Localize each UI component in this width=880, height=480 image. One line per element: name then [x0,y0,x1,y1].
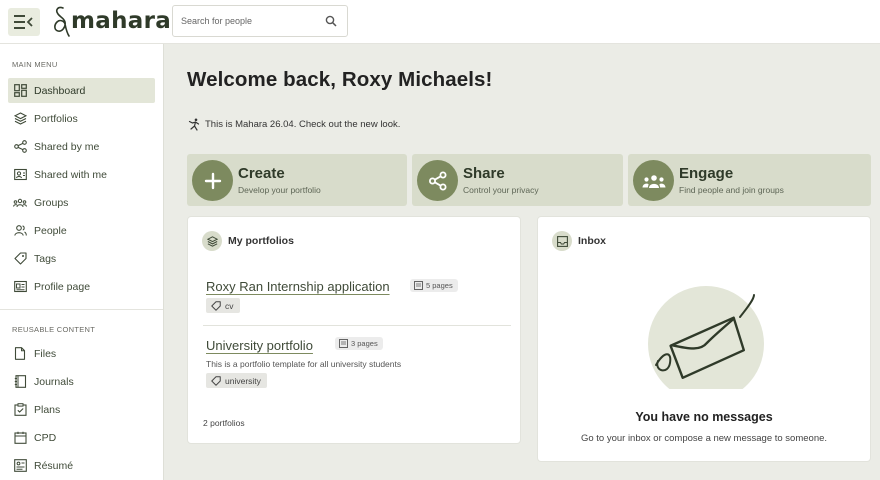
tag-icon [13,252,27,266]
cpd-icon [13,431,27,445]
search-input[interactable] [173,6,319,36]
share-title: Share [463,165,505,182]
people-icon [13,224,27,238]
pages-count: 3 pages [351,339,378,348]
reusable-content-label: REUSABLE CONTENT [12,325,96,334]
create-title: Create [238,165,285,182]
inbox-icon [552,231,572,251]
engage-action-card[interactable]: Engage Find people and join groups [628,154,871,206]
inbox-empty-title: You have no messages [635,410,773,424]
portfolio-separator [203,325,511,326]
sidebar-item-shared-with-me[interactable]: Shared with me [8,162,155,187]
sidebar-item-label: Dashboard [34,84,86,97]
sidebar-item-dashboard[interactable]: Dashboard [8,78,155,103]
sidebar-item-people[interactable]: People [8,218,155,243]
groups-icon [13,196,27,210]
page-title: Welcome back, Roxy Michaels! [187,68,493,91]
tag-icon [211,300,221,311]
share-icon [13,140,27,154]
sidebar-item-cpd[interactable]: CPD [8,425,155,450]
portfolio-tag[interactable]: university [206,373,267,388]
portfolios-heading-text: My portfolios [228,235,294,247]
portfolios-heading: My portfolios [202,231,294,251]
inbox-panel: Inbox You have no messages Go to your in… [537,216,871,462]
create-circle [192,160,233,201]
sidebar-item-groups[interactable]: Groups [8,190,155,215]
portfolio-title-link[interactable]: University portfolio [206,338,313,353]
search-icon[interactable] [325,15,337,27]
sidebar-item-journals[interactable]: Journals [8,369,155,394]
pages-count: 5 pages [426,281,453,290]
profile-card-icon [13,280,27,294]
portfolio-title-link[interactable]: Roxy Ran Internship application [206,279,390,294]
sidebar-item-label: Groups [34,196,69,209]
pages-icon [339,339,348,348]
sidebar-divider [0,309,163,310]
version-notice: This is Mahara 26.04. Check out the new … [187,117,400,131]
inbox-heading: Inbox [552,231,606,251]
tag-icon [211,375,221,386]
mahara-logo-icon [54,6,70,37]
sidebar-item-shared-by-me[interactable]: Shared by me [8,134,155,159]
create-action-card[interactable]: Create Develop your portfolio [187,154,407,206]
share-icon [428,171,446,190]
pages-icon [414,281,423,290]
inbox-empty-text: Go to your inbox or compose a new messag… [580,433,828,444]
sidebar: MAIN MENU Dashboard Portfolios Shared by… [0,44,164,480]
sidebar-item-label: CPD [34,431,57,444]
sidebar-item-label: Résumé [34,459,74,472]
notice-text: This is Mahara 26.04. Check out the new … [205,118,401,130]
sidebar-item-label: Profile page [34,280,91,293]
sidebar-item-profile-page[interactable]: Profile page [8,274,155,299]
share-action-card[interactable]: Share Control your privacy [412,154,623,206]
sidebar-item-label: People [34,224,67,237]
tag-label: university [225,375,261,386]
sidebar-item-resume[interactable]: Résumé [8,453,155,478]
sidebar-item-label: Plans [34,403,61,416]
shared-with-me-icon [13,168,27,182]
sidebar-item-label: Journals [34,375,74,388]
mahara-logo[interactable]: mahara [52,3,171,39]
create-subtitle: Develop your portfolio [238,185,321,195]
search-box[interactable] [172,5,348,37]
sidebar-item-label: Shared with me [34,168,107,181]
share-circle [417,160,458,201]
engage-title: Engage [679,165,734,182]
sidebar-item-label: Files [34,347,57,360]
menu-toggle-button[interactable] [8,8,40,36]
menu-collapse-icon [14,15,33,29]
portfolio-description: This is a portfolio template for all uni… [206,359,402,369]
sidebar-item-label: Shared by me [34,140,100,153]
dancing-figure-icon [187,117,201,131]
sidebar-item-files[interactable]: Files [8,341,155,366]
top-bar: mahara [0,0,880,44]
my-portfolios-panel: My portfolios Roxy Ran Internship applic… [187,216,521,444]
main-menu-label: MAIN MENU [12,60,58,69]
engage-circle [633,160,674,201]
sidebar-item-plans[interactable]: Plans [8,397,155,422]
dashboard-icon [13,84,27,98]
layers-icon [13,112,27,126]
engage-subtitle: Find people and join groups [679,185,784,195]
sidebar-item-label: Tags [34,252,57,265]
plus-icon [204,172,221,189]
journal-icon [13,375,27,389]
portfolio-tag[interactable]: cv [206,298,240,313]
pages-badge: 3 pages [335,337,383,350]
file-icon [13,347,27,361]
groups-icon [642,174,665,188]
layers-icon [202,231,222,251]
share-subtitle: Control your privacy [463,185,539,195]
plans-icon [13,403,27,417]
pages-badge: 5 pages [410,279,458,292]
logo-text: mahara [71,8,172,34]
resume-icon [13,459,27,473]
sidebar-item-portfolios[interactable]: Portfolios [8,106,155,131]
tag-label: cv [225,300,234,311]
sidebar-item-label: Portfolios [34,112,78,125]
portfolio-count: 2 portfolios [203,418,245,428]
inbox-heading-text: Inbox [578,235,606,247]
envelope-illustration [648,286,764,389]
sidebar-item-tags[interactable]: Tags [8,246,155,271]
